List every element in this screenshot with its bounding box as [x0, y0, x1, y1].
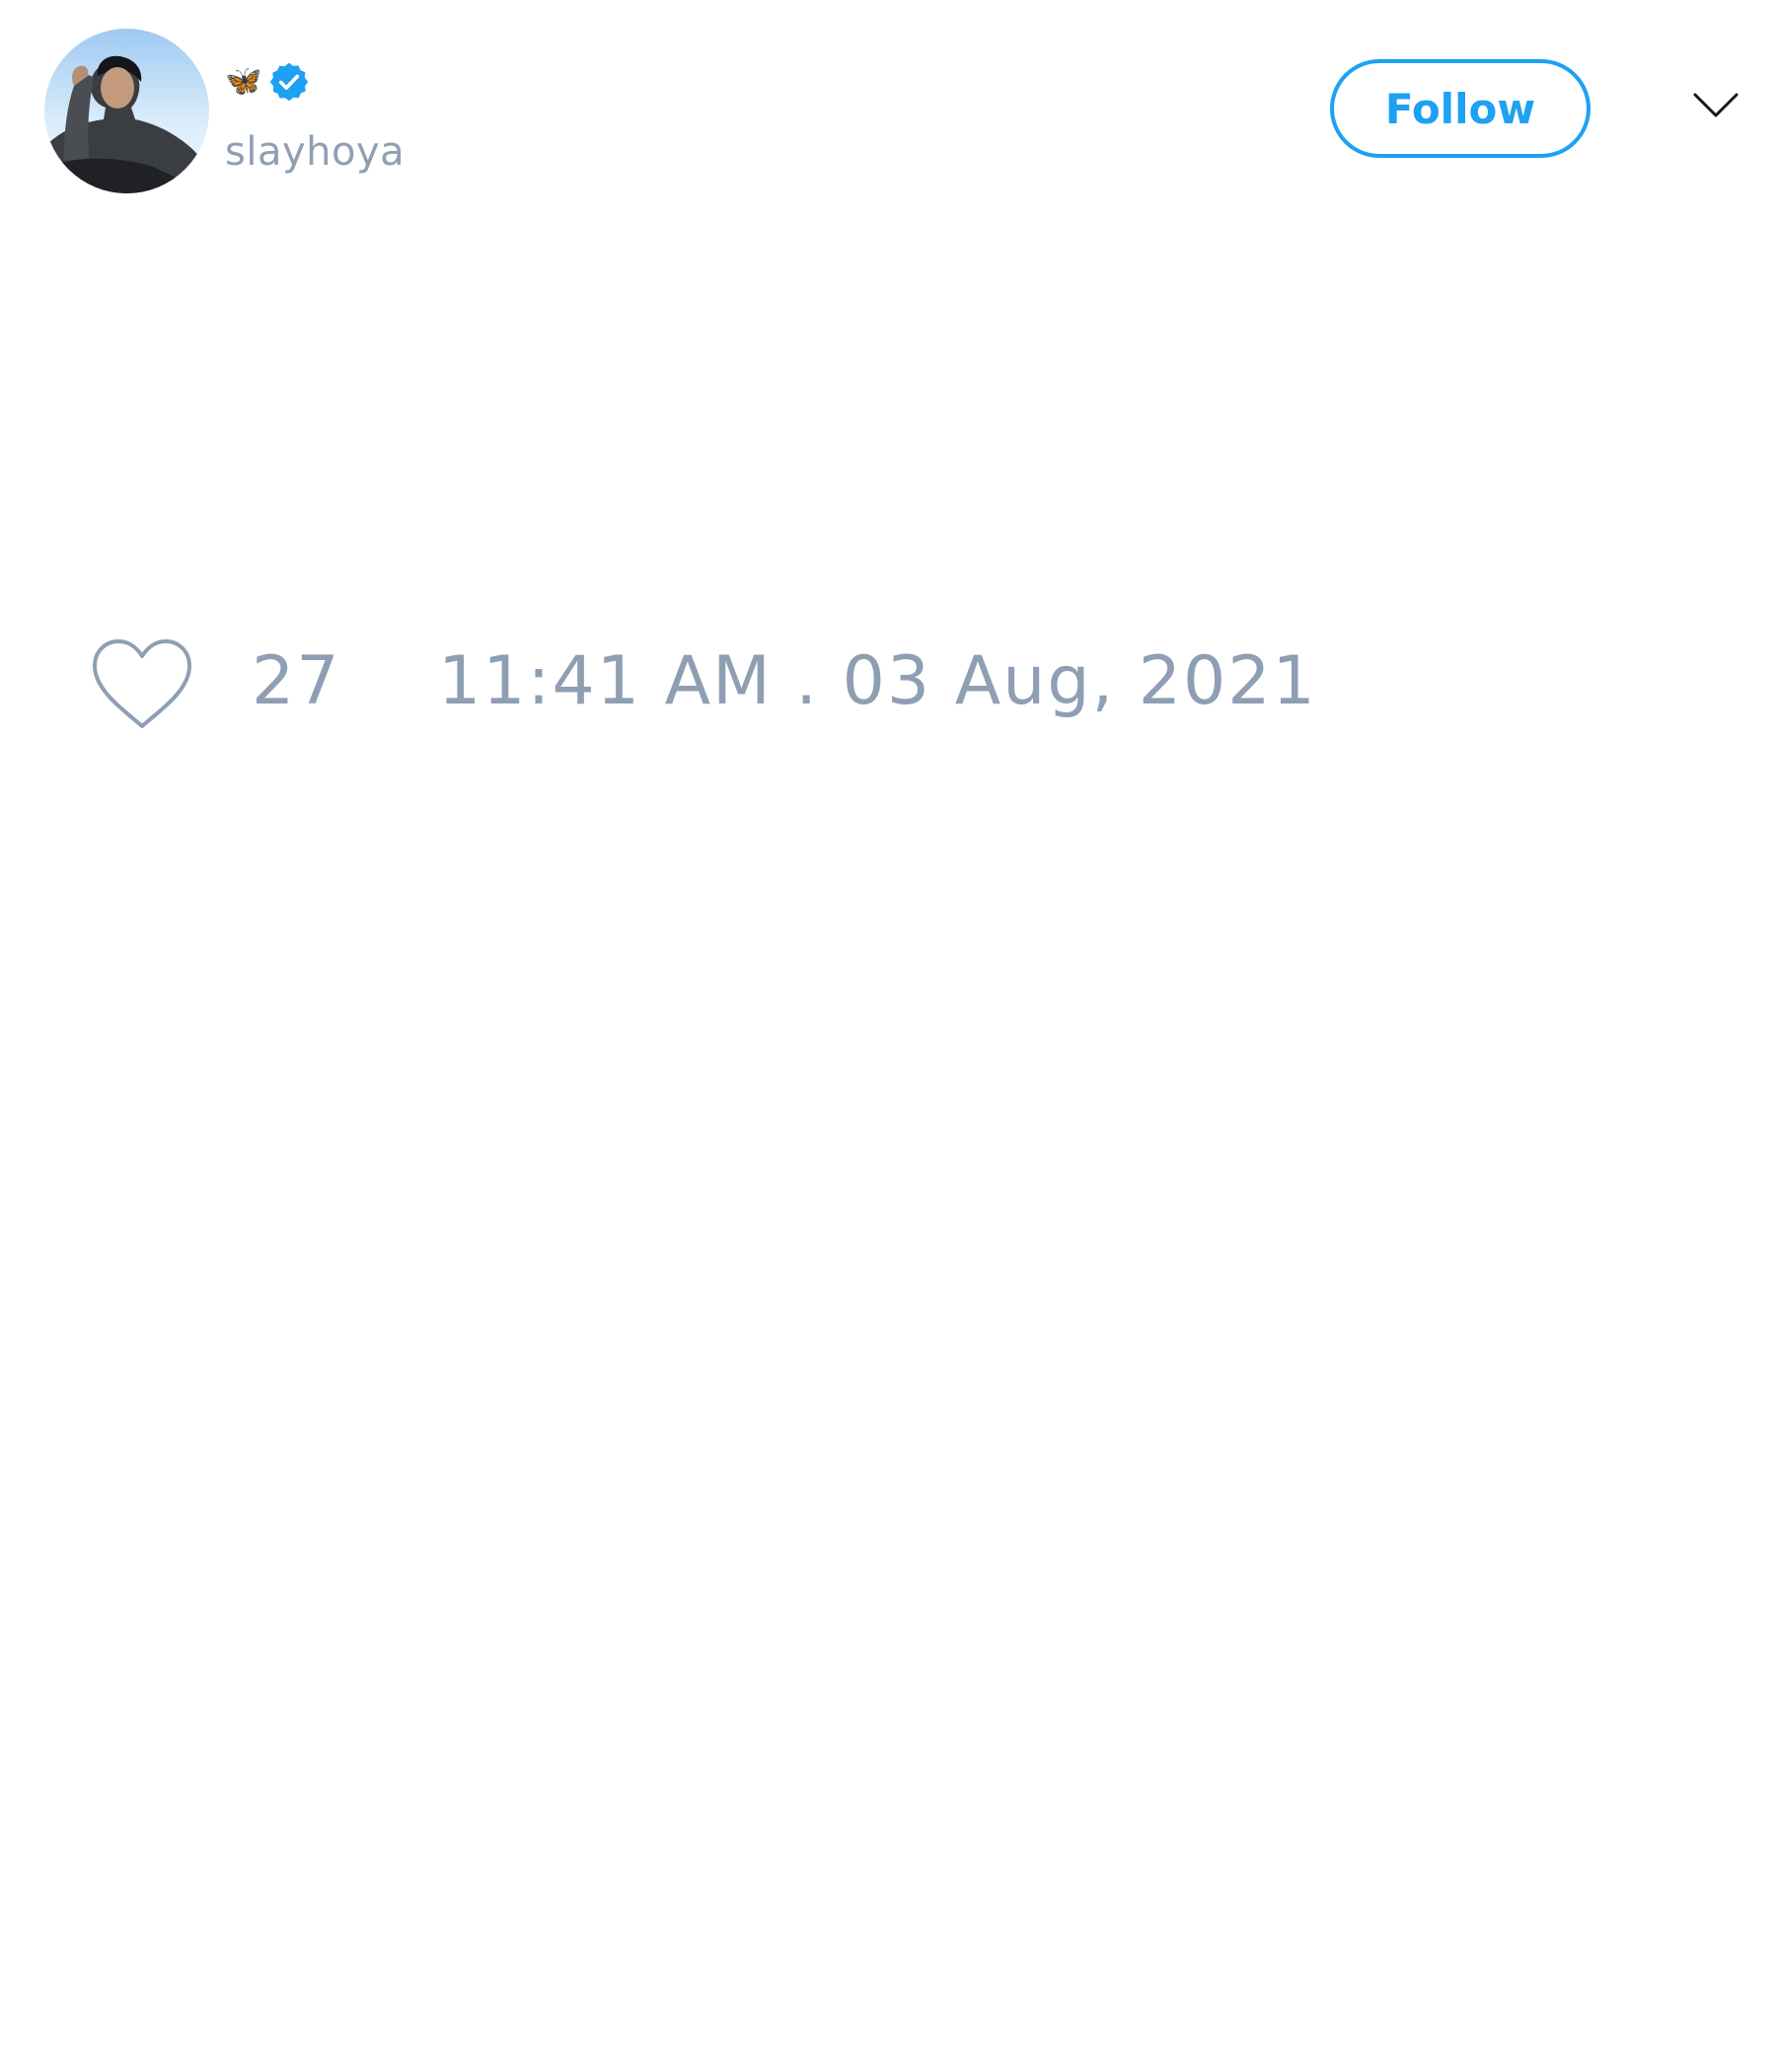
verified-badge-icon: [270, 62, 309, 102]
like-count: 27: [252, 642, 341, 720]
chevron-down-icon[interactable]: [1692, 91, 1739, 120]
heart-icon[interactable]: [89, 636, 195, 731]
tweet-timestamp[interactable]: 11:41 AM . 03 Aug, 2021: [438, 641, 1317, 722]
tweet-header: 🦋 slayhoya Follow: [0, 0, 1776, 207]
username-handle[interactable]: slayhoya: [225, 124, 405, 180]
avatar[interactable]: [44, 29, 209, 193]
avatar-photo: [44, 55, 209, 193]
follow-button[interactable]: Follow: [1330, 59, 1591, 158]
display-name[interactable]: 🦋: [225, 59, 261, 105]
display-name-row: 🦋: [225, 59, 311, 105]
